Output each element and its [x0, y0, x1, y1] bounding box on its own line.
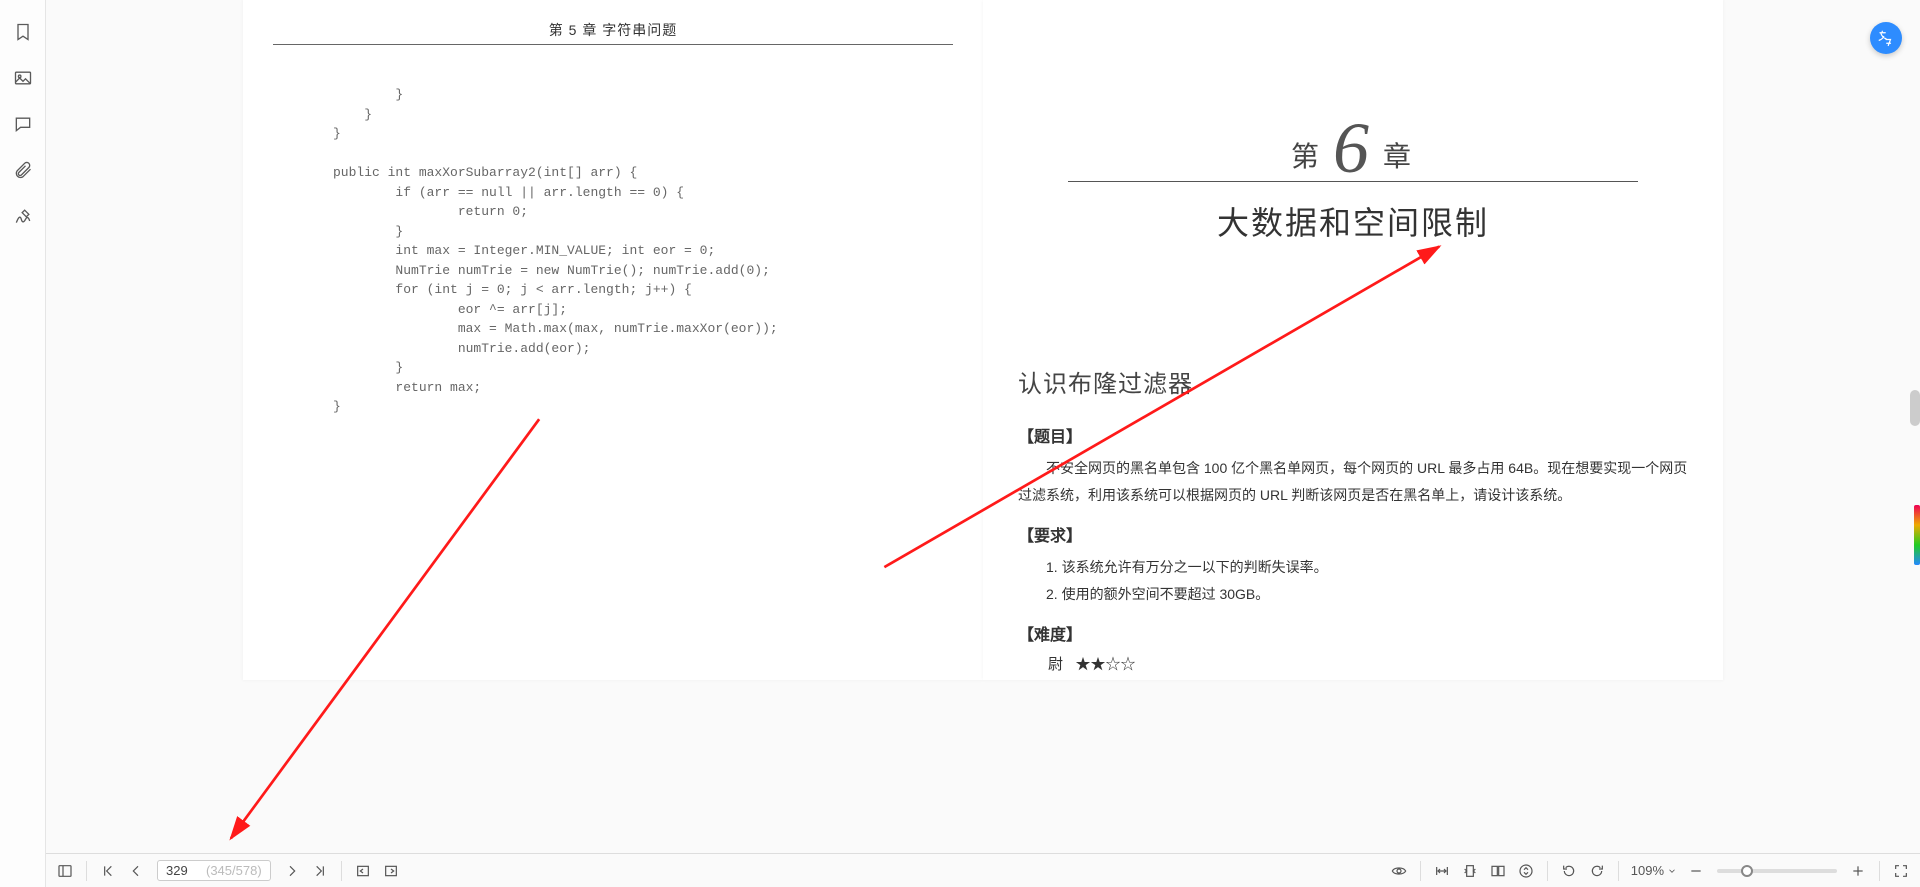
fit-width-icon[interactable]: [1429, 858, 1455, 884]
left-sidebar: [0, 0, 46, 887]
document-viewer: 第 5 章 字符串问题 } } } public int maxXorSubar…: [46, 0, 1920, 887]
rotate-right-icon[interactable]: [1584, 858, 1610, 884]
separator: [341, 861, 342, 881]
difficulty-label: 尉: [1048, 656, 1063, 673]
page-total-label: (345/578): [206, 863, 262, 878]
fit-page-icon[interactable]: [1457, 858, 1483, 884]
page-input-group: (345/578): [157, 860, 271, 881]
requirement-2: 2. 使用的额外空间不要超过 30GB。: [1046, 581, 1688, 608]
scroll-indicator[interactable]: [1908, 0, 1920, 857]
attachment-icon[interactable]: [11, 158, 35, 182]
code-block: } } } public int maxXorSubarray2(int[] a…: [333, 85, 953, 417]
section-title: 认识布隆过滤器: [1018, 364, 1688, 399]
difficulty-stars: ★★☆☆: [1076, 656, 1136, 673]
read-mode-icon[interactable]: [1386, 858, 1412, 884]
zoom-in-icon[interactable]: [1845, 858, 1871, 884]
separator: [1420, 861, 1421, 881]
subhead-difficulty: 【难度】: [1018, 621, 1688, 645]
zoom-dropdown[interactable]: 109%: [1631, 863, 1677, 878]
requirement-1: 1. 该系统允许有万分之一以下的判断失误率。: [1046, 554, 1688, 581]
fullscreen-icon[interactable]: [1888, 858, 1914, 884]
bottom-toolbar: (345/578) 109%: [46, 853, 1920, 887]
chevron-down-icon: [1667, 866, 1677, 876]
image-icon[interactable]: [11, 66, 35, 90]
chapter-pre: 第: [1291, 135, 1323, 175]
page-left: 第 5 章 字符串问题 } } } public int maxXorSubar…: [243, 0, 983, 680]
next-page-icon[interactable]: [279, 858, 305, 884]
separator: [1618, 861, 1619, 881]
first-page-icon[interactable]: [95, 858, 121, 884]
last-page-icon[interactable]: [307, 858, 333, 884]
separator: [1547, 861, 1548, 881]
prev-page-icon[interactable]: [123, 858, 149, 884]
chapter-title: 大数据和空间限制: [1018, 198, 1688, 244]
toggle-panel-icon[interactable]: [52, 858, 78, 884]
two-page-icon[interactable]: [1485, 858, 1511, 884]
page-header: 第 5 章 字符串问题: [273, 20, 953, 45]
page-number-input[interactable]: [166, 863, 200, 878]
back-view-icon[interactable]: [350, 858, 376, 884]
subhead-problem: 【题目】: [1018, 423, 1688, 447]
autoscroll-icon[interactable]: [1513, 858, 1539, 884]
translate-button[interactable]: [1870, 22, 1902, 54]
rotate-left-icon[interactable]: [1556, 858, 1582, 884]
comment-icon[interactable]: [11, 112, 35, 136]
zoom-slider[interactable]: [1717, 869, 1837, 873]
signature-icon[interactable]: [11, 204, 35, 228]
problem-body: 不安全网页的黑名单包含 100 亿个黑名单网页，每个网页的 URL 最多占用 6…: [1018, 455, 1688, 508]
separator: [86, 861, 87, 881]
page-right: 第 6 章 大数据和空间限制 认识布隆过滤器 【题目】 不安全网页的黑名单包含 …: [983, 0, 1723, 680]
scroll-thumb[interactable]: [1910, 390, 1920, 426]
separator: [1879, 861, 1880, 881]
bookmark-icon[interactable]: [11, 20, 35, 44]
chapter-heading: 第 6 章 大数据和空间限制: [1018, 110, 1688, 244]
forward-view-icon[interactable]: [378, 858, 404, 884]
zoom-slider-handle[interactable]: [1741, 865, 1753, 877]
zoom-out-icon[interactable]: [1683, 858, 1709, 884]
chapter-number: 6: [1333, 116, 1373, 181]
difficulty-row: 尉 ★★☆☆: [1048, 653, 1688, 674]
chapter-post: 章: [1383, 135, 1415, 175]
zoom-value: 109%: [1631, 863, 1664, 878]
subhead-requirements: 【要求】: [1018, 522, 1688, 546]
minimap-color-icon: [1914, 505, 1920, 565]
